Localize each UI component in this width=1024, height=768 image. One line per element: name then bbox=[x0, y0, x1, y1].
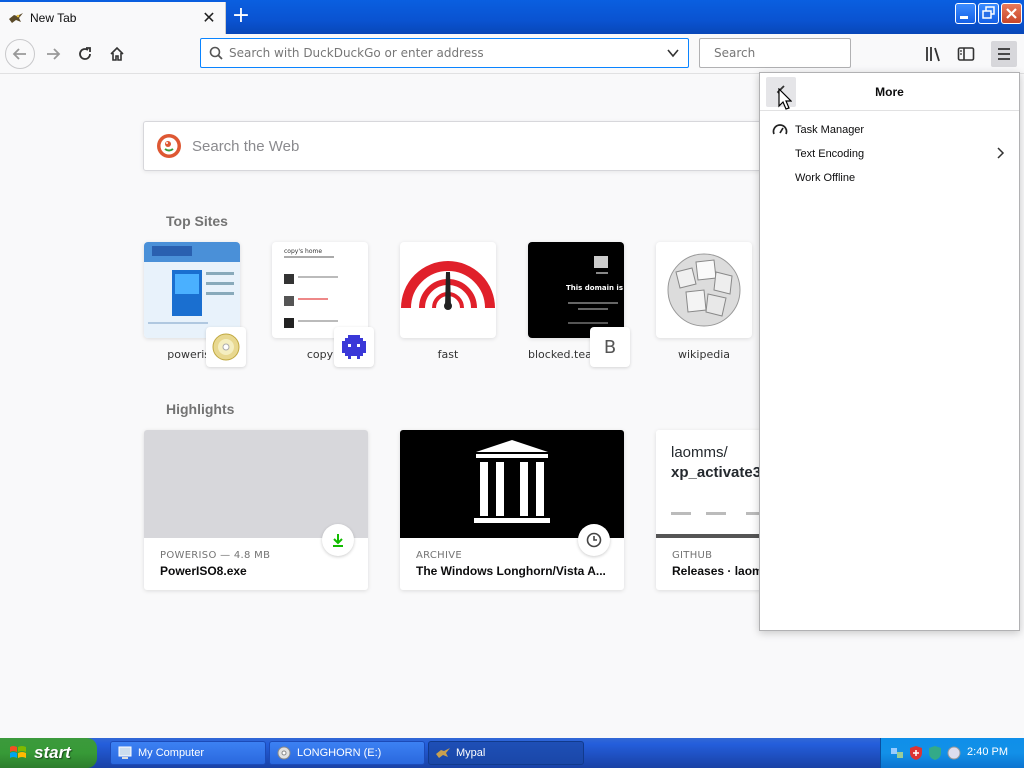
start-button[interactable]: start bbox=[0, 738, 97, 768]
search-input[interactable] bbox=[714, 46, 864, 60]
highlight-meta: GITHUB bbox=[672, 550, 713, 561]
taskbar-item-my-computer[interactable]: My Computer bbox=[110, 741, 266, 765]
url-bar[interactable] bbox=[200, 38, 689, 68]
taskbar-item-mypal[interactable]: Mypal bbox=[428, 741, 584, 765]
highlight-card-archive[interactable]: ARCHIVE The Windows Longhorn/Vista A... bbox=[400, 430, 624, 590]
close-icon bbox=[1006, 8, 1017, 19]
taskbar-clock: 2:40 PM bbox=[967, 746, 1008, 758]
taskbar-item-label: Mypal bbox=[456, 747, 486, 759]
top-site-thumbnail: copy's home bbox=[272, 242, 368, 338]
top-site-tile-poweriso[interactable]: poweriso bbox=[144, 242, 246, 367]
minimize-icon bbox=[960, 16, 968, 19]
security-shield-icon[interactable] bbox=[908, 745, 924, 761]
highlights-heading: Highlights bbox=[166, 401, 235, 417]
top-site-tile-blocked-teams[interactable]: This domain is blo B blocked.teams.clo… bbox=[528, 242, 630, 367]
mypal-app-icon bbox=[436, 748, 450, 758]
windows-flag-icon bbox=[10, 746, 26, 758]
top-site-tile-copy[interactable]: copy's home copy bbox=[272, 242, 374, 367]
wikipedia-globe-icon bbox=[667, 253, 741, 327]
cd-icon bbox=[206, 327, 246, 367]
tab-close-icon[interactable]: ✕ bbox=[201, 10, 217, 26]
hamburger-menu-icon bbox=[998, 48, 1010, 60]
top-site-tile-fast[interactable]: fast bbox=[400, 242, 496, 361]
window-restore-button[interactable] bbox=[978, 3, 999, 24]
gauge-icon bbox=[772, 124, 788, 135]
open-menu-button[interactable] bbox=[991, 41, 1017, 67]
sidebar-toggle-button[interactable] bbox=[953, 41, 979, 67]
menu-item-label: Text Encoding bbox=[795, 148, 865, 160]
highlight-card-poweriso[interactable]: POWERISO — 4.8 MB PowerISO8.exe bbox=[144, 430, 368, 590]
shield-check-icon[interactable] bbox=[927, 745, 943, 761]
highlight-meta: ARCHIVE bbox=[416, 550, 463, 561]
reload-button[interactable] bbox=[70, 39, 100, 69]
pixel-invader-icon bbox=[334, 327, 374, 367]
home-icon bbox=[110, 46, 124, 61]
menu-item-label: Task Manager bbox=[795, 124, 865, 136]
web-search-box[interactable] bbox=[143, 121, 783, 171]
archive-building-icon bbox=[474, 440, 550, 523]
speedometer-icon bbox=[401, 261, 495, 310]
sidebar-icon bbox=[957, 47, 975, 61]
window-minimize-button[interactable] bbox=[955, 3, 976, 24]
tab-new-tab[interactable]: New Tab ✕ bbox=[0, 2, 226, 34]
title-bar: New Tab ✕ + bbox=[0, 0, 1024, 34]
top-sites-heading: Top Sites bbox=[166, 213, 228, 229]
highlight-thumbnail bbox=[400, 430, 624, 538]
navigation-toolbar bbox=[0, 34, 1024, 74]
start-label: start bbox=[34, 743, 71, 762]
computer-icon bbox=[118, 746, 132, 759]
window-close-button[interactable] bbox=[1001, 3, 1022, 24]
top-site-thumbnail bbox=[400, 242, 496, 338]
top-site-tile-wikipedia[interactable]: wikipedia bbox=[656, 242, 752, 361]
forward-button[interactable] bbox=[38, 39, 68, 69]
volume-icon[interactable] bbox=[946, 745, 962, 761]
library-button[interactable] bbox=[921, 41, 947, 67]
search-icon bbox=[209, 46, 223, 60]
highlight-thumbnail bbox=[144, 430, 368, 538]
mypal-favicon-icon bbox=[8, 10, 24, 26]
more-panel-title: More bbox=[875, 85, 904, 99]
duckduckgo-logo-icon bbox=[157, 134, 181, 158]
top-site-thumbnail: This domain is blo bbox=[528, 242, 624, 338]
system-tray: 2:40 PM bbox=[880, 738, 1024, 768]
taskbar-item-label: LONGHORN (E:) bbox=[297, 747, 382, 759]
taskbar-item-label: My Computer bbox=[138, 747, 205, 759]
chevron-right-icon bbox=[997, 147, 1005, 159]
menu-item-text-encoding[interactable]: Text Encoding bbox=[760, 142, 1019, 166]
more-menu-panel: More Task Manager Text Encoding Work Off… bbox=[759, 72, 1020, 631]
download-icon bbox=[322, 524, 354, 556]
chevron-down-icon[interactable] bbox=[666, 46, 680, 60]
top-site-thumbnail bbox=[656, 242, 752, 338]
taskbar-item-longhorn-drive[interactable]: LONGHORN (E:) bbox=[269, 741, 425, 765]
back-button[interactable] bbox=[5, 39, 35, 69]
top-site-label: wikipedia bbox=[677, 348, 730, 361]
back-icon bbox=[12, 48, 26, 60]
url-input[interactable] bbox=[229, 46, 666, 60]
menu-item-work-offline[interactable]: Work Offline bbox=[760, 166, 1019, 190]
blocked-thumb-text: This domain is blo bbox=[566, 284, 624, 292]
letter-badge: B bbox=[590, 327, 630, 367]
tab-title: New Tab bbox=[30, 11, 77, 25]
top-site-label: fast bbox=[437, 348, 459, 361]
clock-icon bbox=[578, 524, 610, 556]
home-button[interactable] bbox=[102, 39, 132, 69]
windows-taskbar: start My Computer LONGHORN (E:) Mypal 2:… bbox=[0, 738, 1024, 768]
menu-item-label: Work Offline bbox=[795, 172, 856, 184]
new-tab-button[interactable]: + bbox=[230, 5, 252, 28]
top-site-thumbnail bbox=[144, 242, 240, 338]
more-panel-header: More bbox=[760, 73, 1019, 111]
search-bar[interactable] bbox=[699, 38, 864, 68]
network-icon[interactable] bbox=[889, 745, 905, 761]
cd-drive-icon bbox=[277, 746, 291, 760]
menu-item-task-manager[interactable]: Task Manager bbox=[760, 118, 1019, 142]
web-search-input[interactable] bbox=[192, 137, 782, 155]
mouse-cursor-icon bbox=[778, 88, 792, 110]
forward-icon bbox=[47, 48, 61, 60]
highlight-meta: POWERISO — 4.8 MB bbox=[160, 550, 271, 561]
highlight-title: PowerISO8.exe bbox=[160, 564, 247, 578]
reload-icon bbox=[79, 47, 91, 60]
highlight-title: The Windows Longhorn/Vista A... bbox=[416, 564, 606, 578]
restore-icon bbox=[982, 6, 995, 19]
library-icon bbox=[926, 47, 940, 62]
